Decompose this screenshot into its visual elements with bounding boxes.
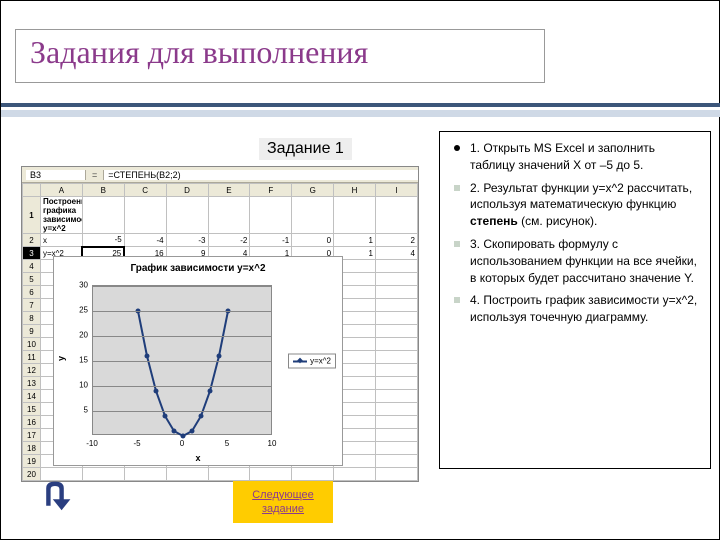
back-button[interactable] xyxy=(33,475,77,519)
next-task-label: Следующее задание xyxy=(233,488,333,517)
chart-ylabel: y xyxy=(56,356,66,361)
next-task-button[interactable]: Следующее задание xyxy=(233,481,333,523)
instructions-panel: 1. Открыть MS Excel и заполнить таблицу … xyxy=(439,131,711,469)
excel-formula-bar: =СТЕПЕНЬ(B2;2) xyxy=(103,170,418,180)
excel-name-box: B3 xyxy=(26,170,86,180)
chart-xlabel: x xyxy=(54,453,342,463)
chart-plot-area xyxy=(92,285,272,435)
instruction-item: 3. Скопировать формулу с использованием … xyxy=(444,236,700,286)
u-turn-icon xyxy=(33,475,77,519)
decor-bars xyxy=(1,103,720,117)
chart-legend: y=x^2 xyxy=(288,354,336,369)
chart-title: График зависимости y=x^2 xyxy=(54,263,342,274)
instruction-item: 4. Построить график зависимости y=x^2, и… xyxy=(444,292,700,326)
legend-label: y=x^2 xyxy=(310,357,331,366)
legend-swatch-icon xyxy=(293,360,307,362)
chart-panel: График зависимости y=x^2 y y=x^2 x 51015… xyxy=(53,256,343,466)
page-title: Задания для выполнения xyxy=(15,29,545,83)
task-subtitle: Задание 1 xyxy=(259,138,352,160)
instruction-item: 1. Открыть MS Excel и заполнить таблицу … xyxy=(444,140,700,174)
fx-icon: = xyxy=(86,170,103,180)
instruction-item: 2. Результат функции y=x^2 рассчитать, и… xyxy=(444,180,700,230)
